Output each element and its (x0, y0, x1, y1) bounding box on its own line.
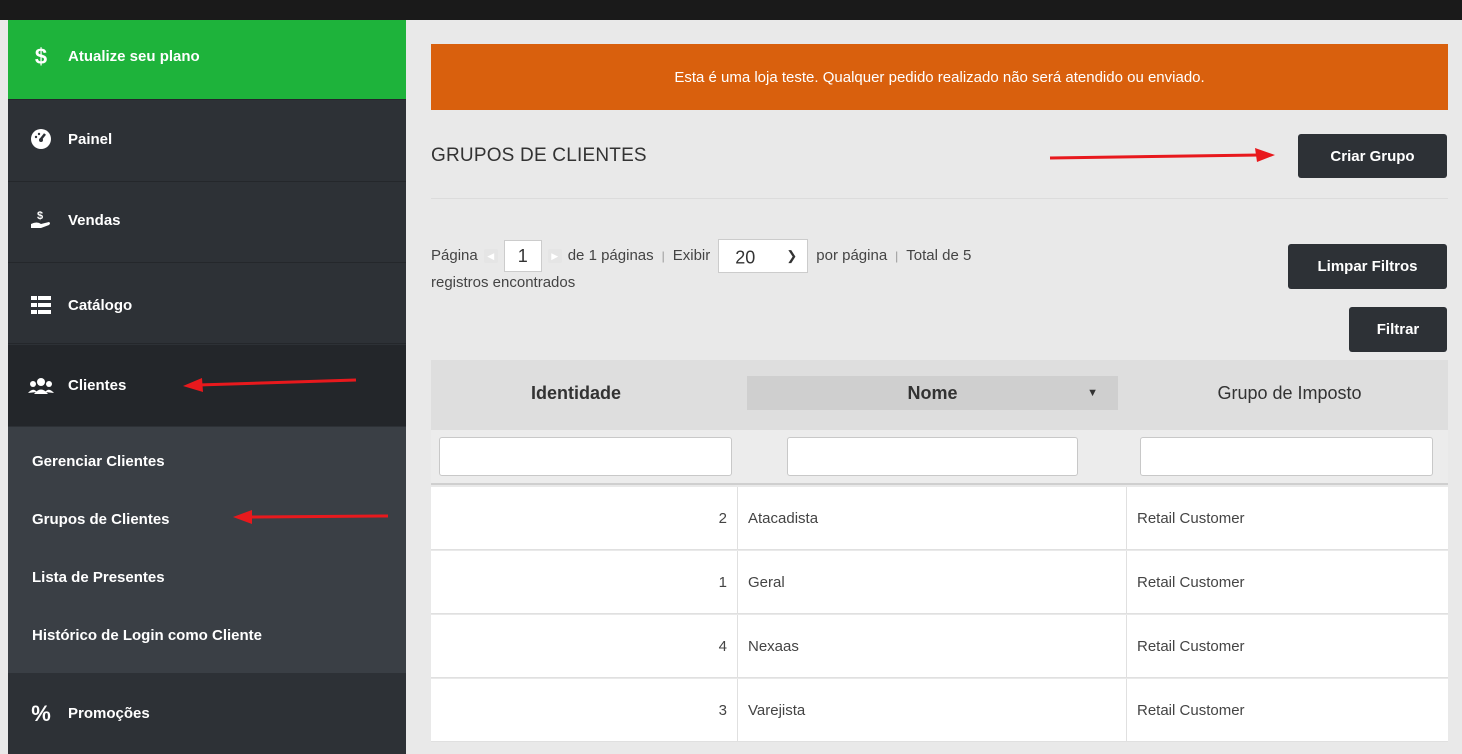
prev-page-icon[interactable]: ◀ (483, 249, 498, 264)
show-label: Exibir (672, 247, 711, 265)
table-header: Identidade Nome ▼ Grupo de Imposto (431, 360, 1448, 430)
page-label: Página (431, 247, 478, 265)
table-row[interactable]: 3 Varejista Retail Customer (431, 679, 1448, 742)
filter-button[interactable]: Filtrar (1349, 307, 1447, 352)
records-found-label: registros encontrados (431, 274, 576, 291)
catalog-icon (26, 296, 56, 314)
total-label: Total de 5 (906, 247, 972, 265)
next-page-icon[interactable]: ▶ (547, 249, 562, 264)
sidebar-item-label: Clientes (68, 377, 127, 394)
column-header-label: Nome (907, 382, 958, 403)
cell-identidade: 1 (431, 551, 738, 614)
table-row[interactable]: 4 Nexaas Retail Customer (431, 615, 1448, 678)
svg-text:$: $ (37, 210, 43, 222)
percent-icon: % (31, 700, 51, 726)
submenu-item-gerenciar-clientes[interactable]: Gerenciar Clientes (32, 453, 165, 470)
sort-desc-icon: ▼ (1087, 387, 1098, 399)
sales-icon: $ (26, 209, 56, 231)
clear-filters-button[interactable]: Limpar Filtros (1288, 244, 1447, 289)
submenu-item-grupos-de-clientes[interactable]: Grupos de Clientes (32, 511, 170, 528)
sidebar-item-catalogo[interactable]: Catálogo (8, 263, 406, 344)
table-row[interactable]: 1 Geral Retail Customer (431, 551, 1448, 614)
divider (431, 198, 1448, 199)
create-group-button[interactable]: Criar Grupo (1298, 134, 1447, 178)
cell-nome: Nexaas (738, 615, 1127, 678)
of-pages-label: de 1 páginas (567, 247, 654, 265)
page-title: GRUPOS DE CLIENTES (431, 145, 647, 166)
submenu-item-lista-de-presentes[interactable]: Lista de Presentes (32, 569, 165, 586)
filter-input-grupo-de-imposto[interactable] (1140, 437, 1433, 476)
sidebar-item-label: Catálogo (68, 296, 133, 314)
filter-row (431, 430, 1448, 485)
filter-input-nome[interactable] (787, 437, 1078, 476)
sidebar-item-label: Atualize seu plano (68, 48, 200, 65)
separator: | (895, 249, 899, 264)
table-row[interactable]: 2 Atacadista Retail Customer (431, 487, 1448, 550)
cell-grupo-de-imposto: Retail Customer (1137, 510, 1245, 527)
annotation-arrow-grupos (233, 510, 389, 524)
per-page-label: por página (816, 247, 888, 265)
annotation-arrow-create (1049, 148, 1275, 162)
sidebar-item-upgrade[interactable]: $ Atualize seu plano (8, 20, 406, 100)
users-icon (26, 377, 56, 395)
dashboard-icon (26, 128, 56, 150)
cell-nome: Atacadista (738, 487, 1127, 550)
column-header-identidade[interactable]: Identidade (431, 376, 721, 410)
cell-grupo-de-imposto: Retail Customer (1137, 702, 1245, 719)
per-page-select[interactable]: 20 ❯ (718, 239, 809, 274)
column-header-nome[interactable]: Nome ▼ (747, 376, 1118, 410)
top-bar (0, 0, 1462, 20)
sidebar-item-vendas[interactable]: $ Vendas (8, 182, 406, 263)
cell-identidade: 3 (431, 679, 738, 742)
annotation-arrow-clientes (183, 378, 357, 392)
column-header-grupo-de-imposto[interactable]: Grupo de Imposto (1131, 376, 1448, 410)
sidebar-item-label: Vendas (68, 211, 121, 229)
clientes-submenu: Gerenciar Clientes Grupos de Clientes Li… (8, 427, 406, 673)
page-number-input[interactable]: 1 (503, 240, 542, 273)
test-store-notice: Esta é uma loja teste. Qualquer pedido r… (431, 44, 1448, 110)
cell-nome: Varejista (738, 679, 1127, 742)
dollar-icon: $ (34, 43, 48, 69)
separator: | (661, 249, 665, 264)
sidebar-item-painel[interactable]: Painel (8, 101, 406, 182)
cell-identidade: 2 (431, 487, 738, 550)
sidebar-item-label: Promoções (68, 705, 150, 722)
chevron-down-icon: ❯ (786, 248, 798, 264)
per-page-value: 20 (735, 247, 756, 268)
sidebar-item-label: Painel (68, 130, 113, 148)
cell-nome: Geral (738, 551, 1127, 614)
submenu-item-historico-login[interactable]: Histórico de Login como Cliente (32, 627, 262, 644)
cell-identidade: 4 (431, 615, 738, 678)
cell-grupo-de-imposto: Retail Customer (1137, 638, 1245, 655)
cell-grupo-de-imposto: Retail Customer (1137, 574, 1245, 591)
pagination-bar: Página ◀ 1 ▶ de 1 páginas | Exibir 20 ❯ por págin… (431, 238, 1151, 274)
filter-input-identidade[interactable] (439, 437, 732, 476)
